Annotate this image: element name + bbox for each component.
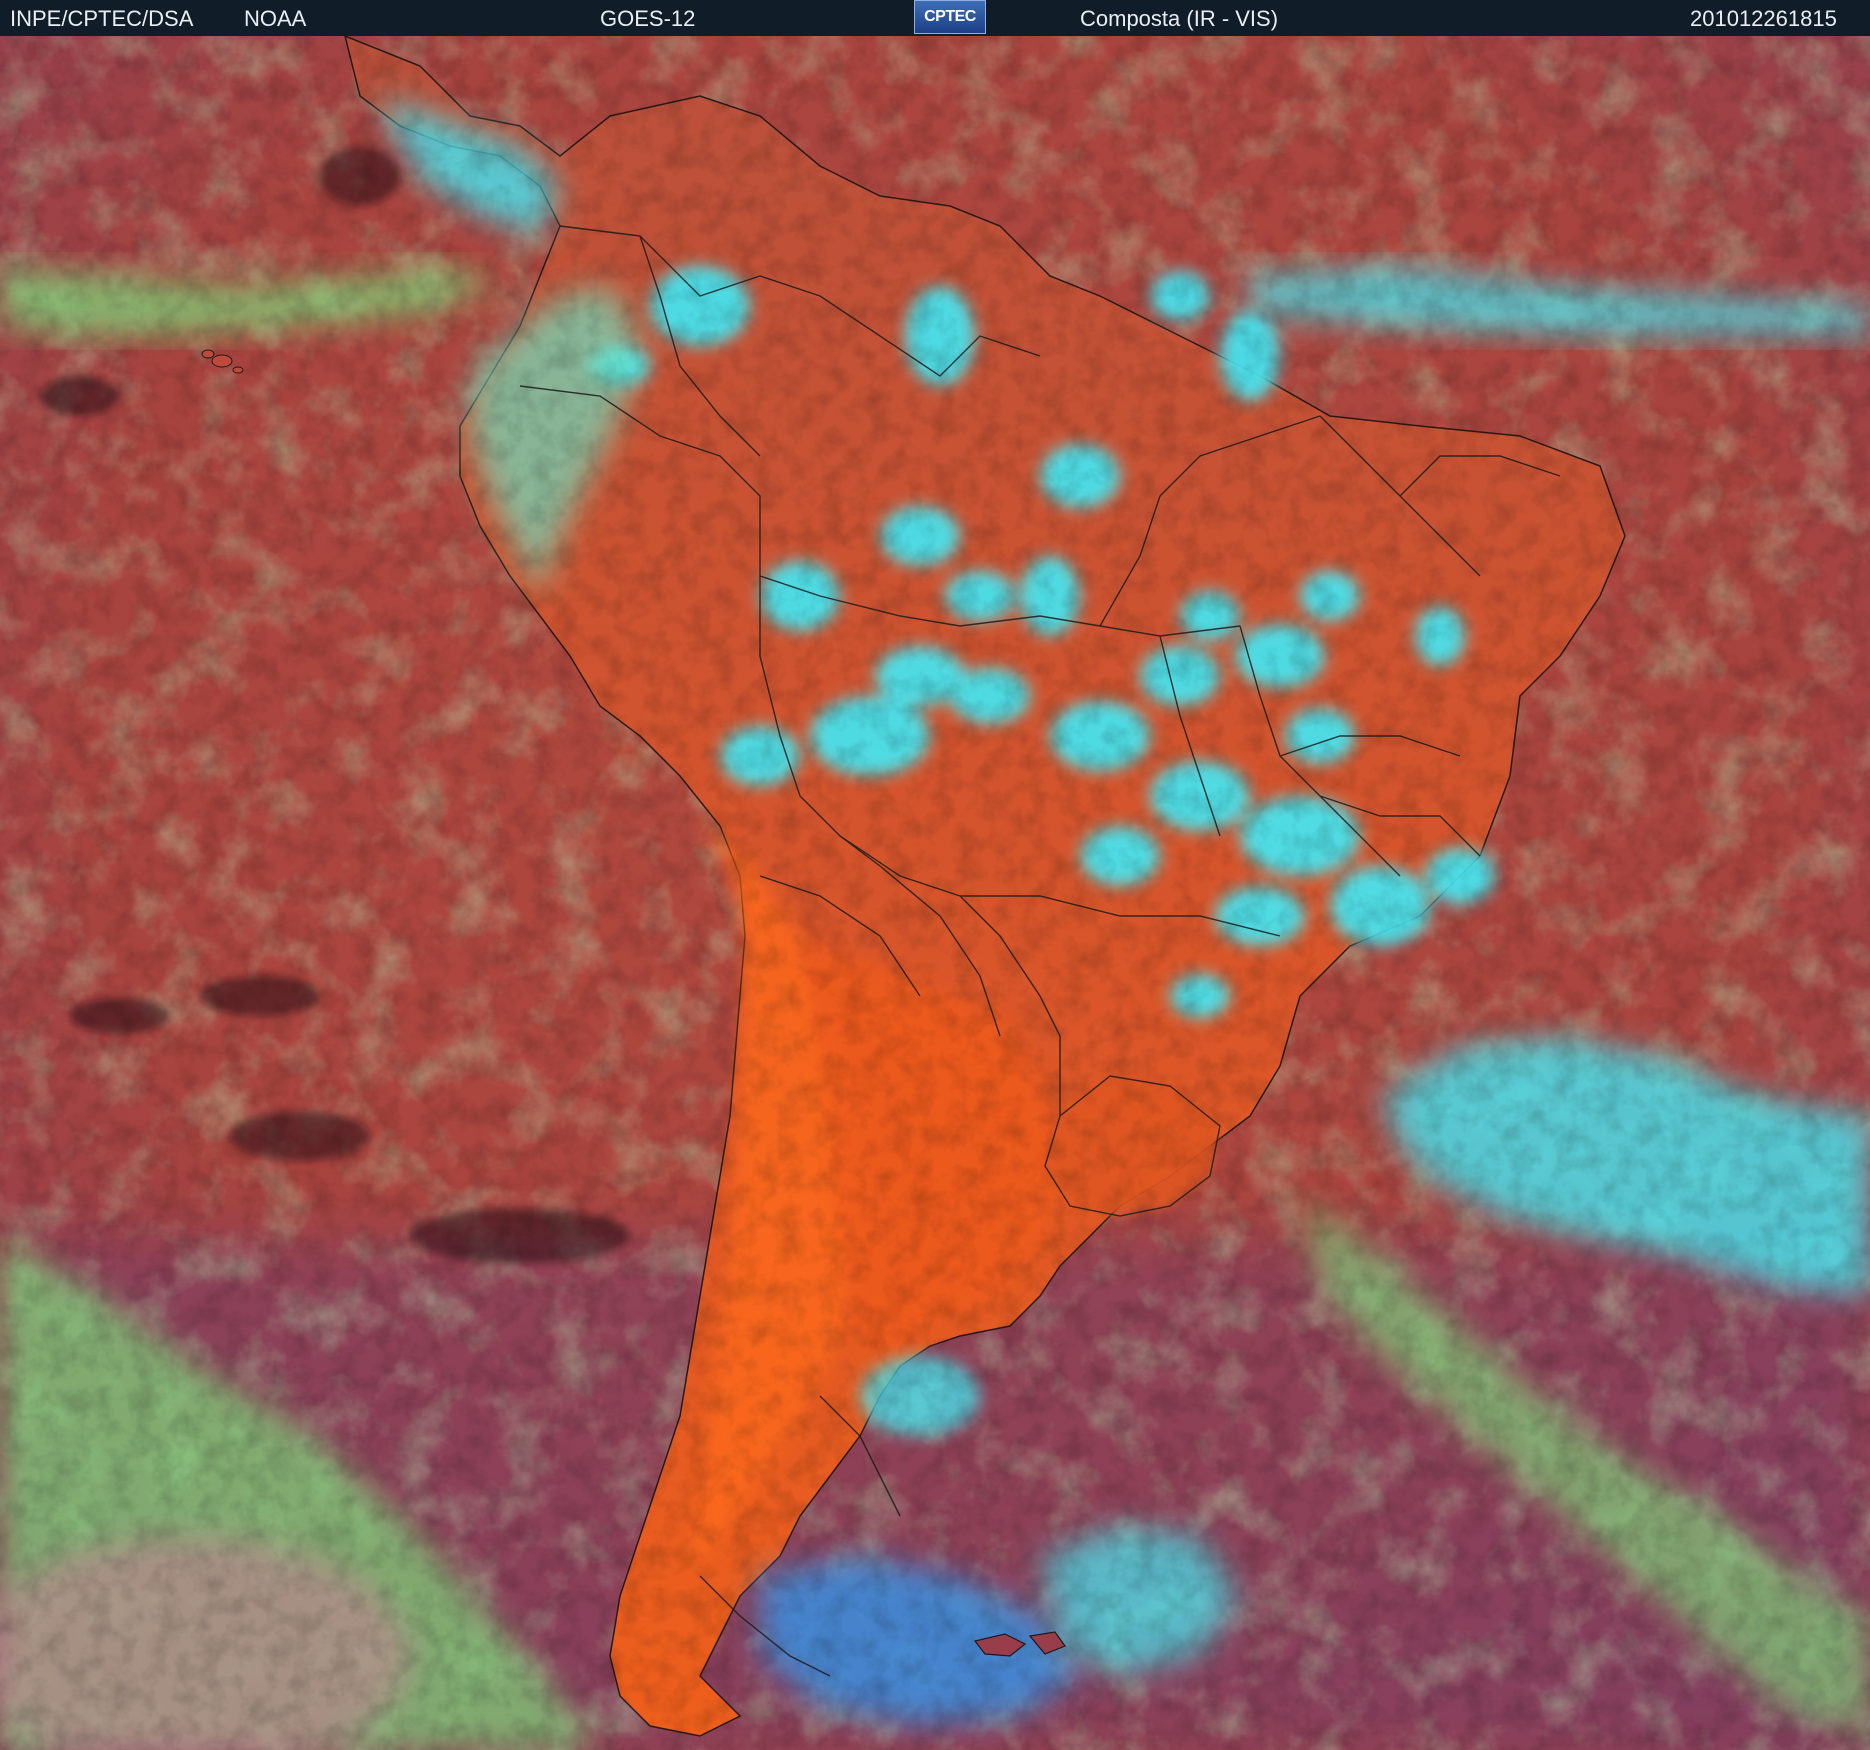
source-label: INPE/CPTEC/DSA	[10, 6, 194, 31]
image-header-bar: INPE/CPTEC/DSA NOAA GOES-12 CPTEC Compos…	[0, 0, 1870, 36]
satellite-label: GOES-12	[600, 6, 696, 31]
timestamp-label: 201012261815	[1690, 6, 1837, 31]
product-label: Composta (IR - VIS)	[1080, 6, 1279, 31]
satellite-image	[0, 36, 1870, 1750]
image-grain	[0, 36, 1870, 1750]
cptec-logo: CPTEC	[914, 0, 986, 34]
agency-label: NOAA	[244, 6, 307, 31]
